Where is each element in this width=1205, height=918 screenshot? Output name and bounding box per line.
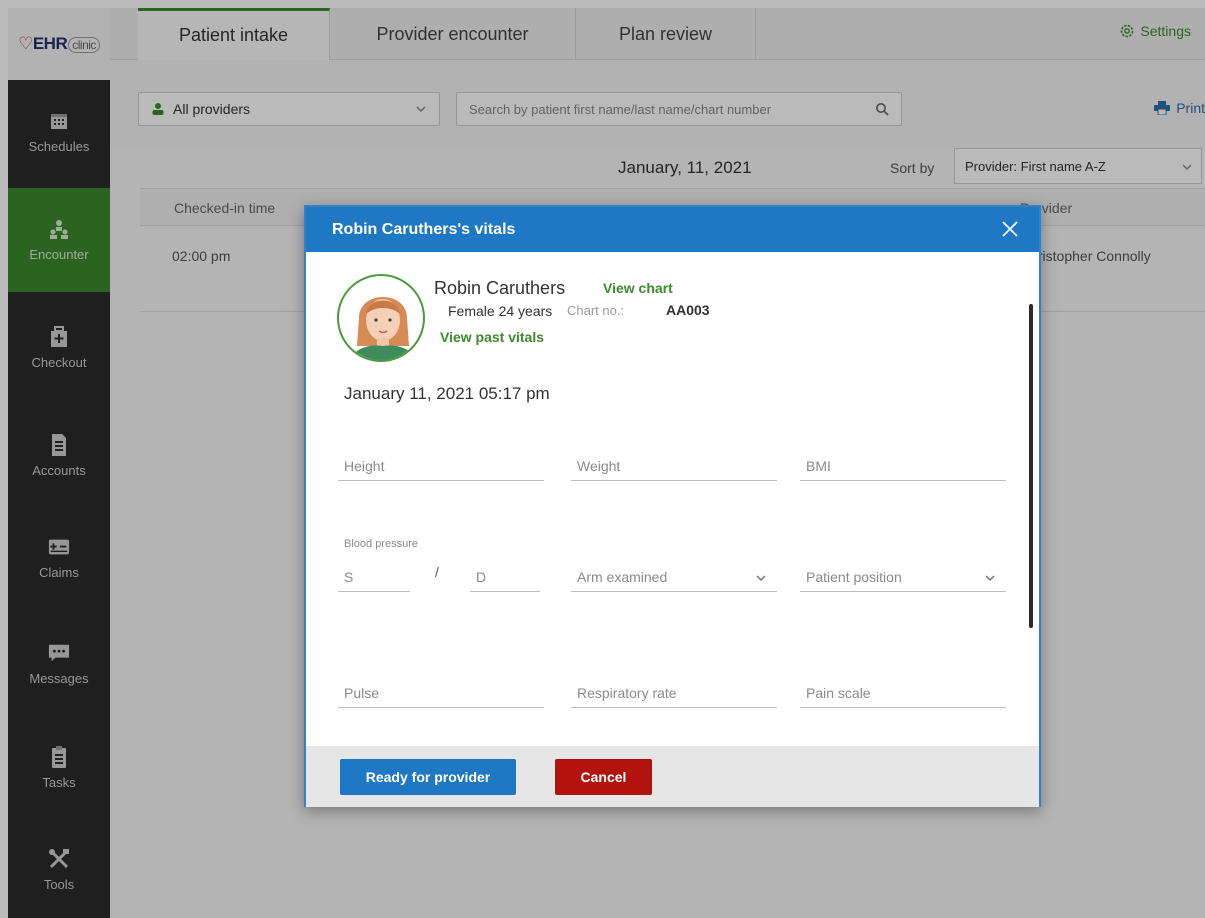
chevron-down-icon <box>985 575 995 582</box>
chart-number: AA003 <box>666 302 710 318</box>
patient-position-select[interactable]: Patient position <box>800 566 1006 592</box>
pulse-field[interactable]: Pulse <box>338 682 544 708</box>
respiratory-rate-field[interactable]: Respiratory rate <box>571 682 777 708</box>
chevron-down-icon <box>756 575 766 582</box>
bp-systolic-field[interactable]: S <box>338 566 410 592</box>
weight-field[interactable]: Weight <box>571 455 777 481</box>
vitals-datetime: January 11, 2021 05:17 pm <box>344 384 550 403</box>
view-past-vitals-link[interactable]: View past vitals <box>440 329 544 345</box>
close-icon[interactable] <box>999 218 1021 240</box>
bp-separator: / <box>435 564 439 580</box>
cancel-button[interactable]: Cancel <box>555 759 652 795</box>
modal-body: Robin Caruthers View chart Female 24 yea… <box>306 252 1039 746</box>
arm-examined-select[interactable]: Arm examined <box>571 566 777 592</box>
modal-scrollbar[interactable] <box>1029 304 1033 628</box>
patient-name: Robin Caruthers <box>434 278 566 298</box>
height-field[interactable]: Height <box>338 455 544 481</box>
bp-diastolic-field[interactable]: D <box>470 566 540 592</box>
patient-gender-age: Female 24 years <box>448 303 553 319</box>
blood-pressure-label: Blood pressure <box>344 538 418 550</box>
modal-footer: Ready for provider Cancel <box>306 746 1039 807</box>
ready-for-provider-button[interactable]: Ready for provider <box>340 759 516 795</box>
view-chart-link[interactable]: View chart <box>603 280 673 296</box>
avatar <box>337 274 425 362</box>
modal-title: Robin Caruthers's vitals <box>332 220 516 238</box>
modal-header: Robin Caruthers's vitals <box>306 207 1039 252</box>
bmi-field[interactable]: BMI <box>800 455 1006 481</box>
chart-number-label: Chart no.: <box>567 303 625 318</box>
vitals-modal: Robin Caruthers's vitals Robin Caruthers… <box>304 205 1041 807</box>
pain-scale-field[interactable]: Pain scale <box>800 682 1006 708</box>
